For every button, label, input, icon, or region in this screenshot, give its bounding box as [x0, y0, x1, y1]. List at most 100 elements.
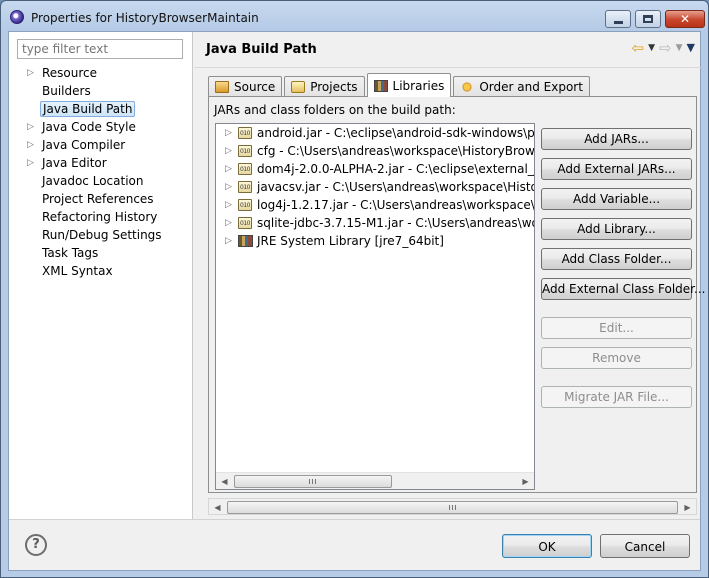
library-entry[interactable]: ▷ JRE System Library [jre7_64bit]: [216, 232, 534, 250]
add-external-jars-button[interactable]: Add External JARs...: [541, 158, 692, 180]
sidebar-item[interactable]: ▷ Java Editor: [9, 154, 193, 172]
maximize-icon: [643, 15, 653, 23]
library-entry-label: android.jar - C:\eclipse\android-sdk-win…: [257, 126, 534, 140]
library-rows: ▷ android.jar - C:\eclipse\android-sdk-wi…: [216, 124, 534, 473]
add-library-button[interactable]: Add Library...: [541, 218, 692, 240]
expand-arrow-icon[interactable]: ▷: [27, 136, 35, 154]
migrate-jar-button[interactable]: Migrate JAR File...: [541, 386, 692, 408]
expand-arrow-icon[interactable]: ▷: [225, 160, 232, 178]
jar-icon: [238, 161, 252, 179]
source-folder-icon: [215, 81, 229, 93]
add-class-folder-button[interactable]: Add Class Folder...: [541, 248, 692, 270]
title-bar[interactable]: Properties for HistoryBrowserMaintain ✕: [1, 1, 708, 31]
eclipse-icon: [10, 10, 24, 24]
jre-library-icon: [238, 235, 253, 247]
back-dropdown-icon[interactable]: ▼: [648, 40, 655, 56]
libraries-label: JARs and class folders on the build path…: [214, 103, 456, 117]
filter-input[interactable]: [17, 39, 183, 59]
library-entry[interactable]: ▷ log4j-1.2.17.jar - C:\Users\andreas\wor…: [216, 196, 534, 215]
add-jars-button[interactable]: Add JARs...: [541, 128, 692, 150]
library-entry-label: javacsv.jar - C:\Users\andreas\workspace…: [257, 180, 534, 194]
divider: [194, 67, 701, 68]
jar-icon: [238, 179, 252, 197]
scroll-thumb[interactable]: [234, 475, 392, 488]
sidebar-item-label: XML Syntax: [42, 264, 113, 278]
sidebar-item[interactable]: Java Build Path: [9, 100, 193, 118]
libraries-icon: [373, 79, 388, 92]
library-entry[interactable]: ▷ android.jar - C:\eclipse\android-sdk-wi…: [216, 124, 534, 143]
maximize-button[interactable]: [635, 10, 661, 28]
library-entry-label: log4j-1.2.17.jar - C:\Users\andreas\work…: [257, 198, 534, 212]
library-entry[interactable]: ▷ cfg - C:\Users\andreas\workspace\Histor…: [216, 142, 534, 161]
history-navigation: ⇦ ▼ ⇨ ▼ ▼: [632, 40, 695, 56]
sidebar-item[interactable]: Refactoring History: [9, 208, 193, 226]
sidebar-item[interactable]: Task Tags: [9, 244, 193, 262]
footer-divider: [9, 519, 700, 520]
sidebar-item[interactable]: ▷ Java Compiler: [9, 136, 193, 154]
view-menu-icon[interactable]: ▼: [687, 40, 695, 56]
tab-label: Source: [234, 80, 276, 94]
library-entry[interactable]: ▷ dom4j-2.0.0-ALPHA-2.jar - C:\eclipse\ex…: [216, 160, 534, 179]
sidebar-item-label: Java Code Style: [42, 120, 136, 134]
sidebar-item[interactable]: XML Syntax: [9, 262, 193, 280]
sidebar-item[interactable]: Javadoc Location: [9, 172, 193, 190]
sidebar-item[interactable]: Project References: [9, 190, 193, 208]
add-variable-button[interactable]: Add Variable...: [541, 188, 692, 210]
library-list[interactable]: ▷ android.jar - C:\eclipse\android-sdk-wi…: [215, 123, 535, 490]
library-entry[interactable]: ▷ javacsv.jar - C:\Users\andreas\workspac…: [216, 178, 534, 197]
expand-arrow-icon[interactable]: ▷: [225, 142, 232, 160]
sidebar-item[interactable]: Builders: [9, 82, 193, 100]
order-export-icon: [460, 81, 475, 93]
sidebar-item[interactable]: ▷ Java Code Style: [9, 118, 193, 136]
tab-label: Libraries: [392, 78, 445, 93]
jar-icon: [238, 125, 252, 143]
build-path-tabs: Source Projects Libraries Order and Export: [208, 73, 592, 97]
scroll-left-icon[interactable]: ◀: [216, 473, 233, 489]
window-title: Properties for HistoryBrowserMaintain: [31, 11, 259, 25]
page-horizontal-scrollbar[interactable]: ◀ ▶: [208, 498, 697, 515]
expand-arrow-icon[interactable]: ▷: [225, 124, 232, 142]
expand-arrow-icon[interactable]: ▷: [27, 118, 35, 136]
cancel-button[interactable]: Cancel: [600, 534, 690, 558]
scroll-thumb[interactable]: [227, 501, 678, 514]
expand-arrow-icon[interactable]: ▷: [27, 154, 35, 172]
page-title: Java Build Path: [206, 42, 317, 57]
expand-arrow-icon[interactable]: ▷: [225, 178, 232, 196]
tab-source[interactable]: Source: [208, 76, 283, 97]
jar-icon: [238, 197, 252, 215]
tab-projects[interactable]: Projects: [284, 76, 365, 97]
list-horizontal-scrollbar[interactable]: ◀ ▶: [216, 472, 534, 489]
sidebar-item[interactable]: ▷ Resource: [9, 64, 193, 82]
scroll-right-icon[interactable]: ▶: [517, 473, 534, 489]
minimize-icon: [613, 20, 623, 24]
sidebar-item-label: Task Tags: [42, 246, 99, 260]
help-icon[interactable]: ?: [25, 534, 47, 556]
remove-button[interactable]: Remove: [541, 347, 692, 369]
forward-dropdown-icon: ▼: [675, 43, 683, 53]
expand-arrow-icon[interactable]: ▷: [27, 64, 35, 82]
build-path-page: Java Build Path ⇦ ▼ ⇨ ▼ ▼ Source Projects…: [194, 32, 705, 519]
library-entry[interactable]: ▷ sqlite-jdbc-3.7.15-M1.jar - C:\Users\an…: [216, 214, 534, 233]
tab-label: Projects: [310, 80, 358, 94]
jar-icon: [238, 215, 252, 233]
expand-arrow-icon[interactable]: ▷: [225, 196, 232, 214]
grip-icon: [309, 479, 317, 484]
preference-tree: ▷ Resource Builders Java Build Path ▷ Java Co…: [9, 64, 193, 280]
add-external-class-folder-button[interactable]: Add External Class Folder...: [541, 278, 705, 300]
scroll-left-icon[interactable]: ◀: [209, 499, 226, 516]
forward-arrow-icon: ⇨: [659, 39, 672, 57]
tab-libraries[interactable]: Libraries: [366, 73, 452, 97]
edit-button[interactable]: Edit...: [541, 317, 692, 339]
back-arrow-icon[interactable]: ⇦: [632, 40, 645, 56]
tab-order-and-export[interactable]: Order and Export: [453, 76, 590, 97]
close-button[interactable]: ✕: [665, 10, 705, 28]
expand-arrow-icon[interactable]: ▷: [225, 232, 232, 250]
minimize-button[interactable]: [605, 10, 631, 28]
sidebar-item-label: Java Build Path: [40, 101, 136, 117]
sidebar-item-label: Run/Debug Settings: [42, 228, 162, 242]
grip-icon: [448, 505, 457, 510]
expand-arrow-icon[interactable]: ▷: [225, 214, 232, 232]
scroll-right-icon[interactable]: ▶: [679, 499, 696, 516]
ok-button[interactable]: OK: [502, 534, 592, 558]
sidebar-item[interactable]: Run/Debug Settings: [9, 226, 193, 244]
